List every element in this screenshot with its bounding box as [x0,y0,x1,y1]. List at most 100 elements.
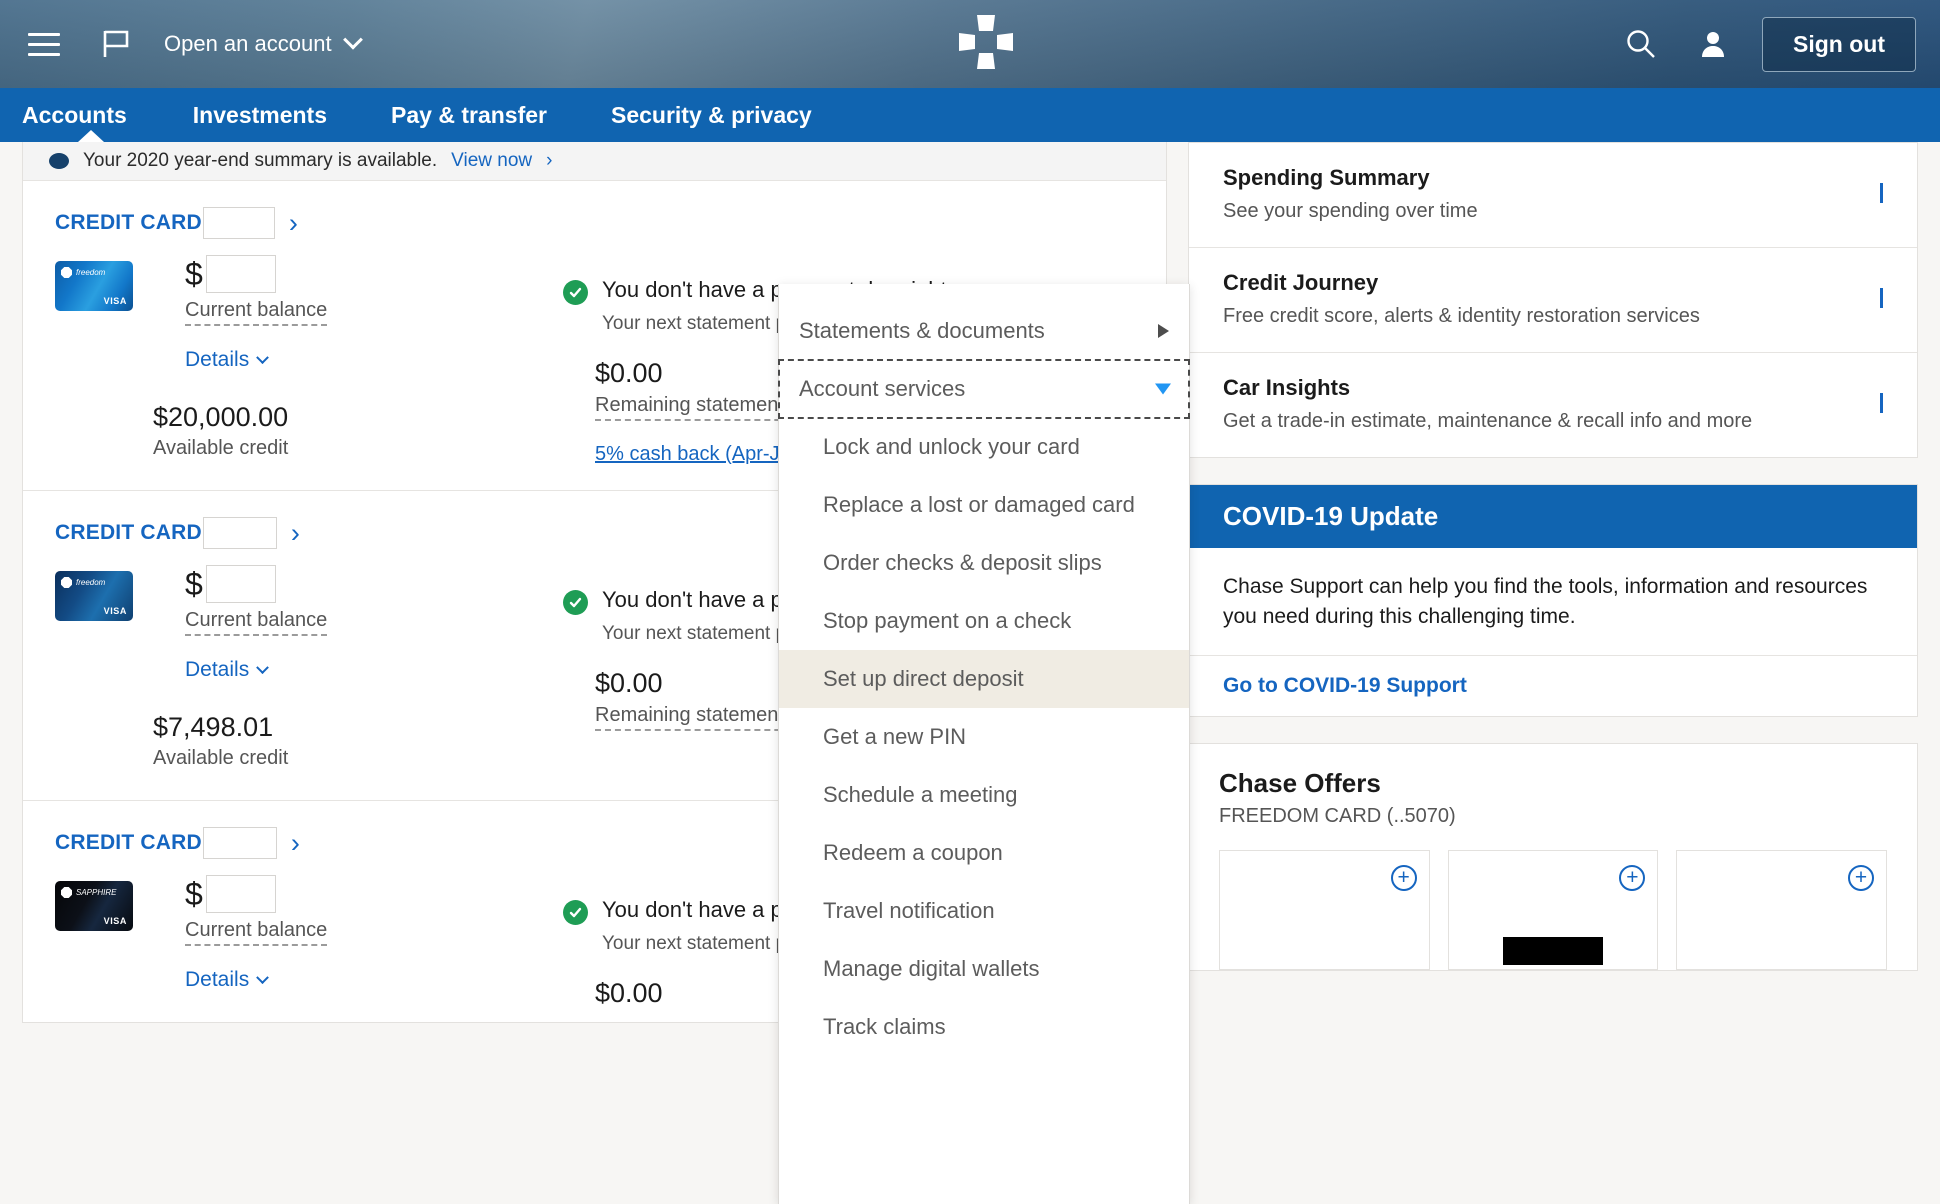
plus-circle-icon[interactable]: + [1391,865,1417,891]
chase-octagon-logo [955,11,1017,73]
sidebar-item-credit-journey[interactable]: Credit Journey Free credit score, alerts… [1189,247,1917,352]
dropdown-item-label: Travel notification [823,898,995,923]
covid-card-title: COVID-19 Update [1189,485,1917,548]
currency-symbol: $ [185,256,203,293]
offers-title: Chase Offers [1219,768,1887,799]
balance-column: $ Current balance Details [185,565,327,682]
visa-logo: VISA [104,606,127,616]
dropdown-item-redeem-coupon[interactable]: Redeem a coupon [779,824,1189,882]
card-art-image: SAPPHIRE VISA [55,881,133,931]
nav-label: Accounts [22,102,127,129]
triangle-right-icon [1158,324,1169,338]
offer-tile[interactable]: + [1219,850,1430,970]
dropdown-item-label: Get a new PIN [823,724,966,749]
plus-circle-icon[interactable]: + [1619,865,1645,891]
person-icon[interactable] [1690,21,1736,67]
dropdown-item-stop-payment[interactable]: Stop payment on a check [779,592,1189,650]
account-header[interactable]: CREDIT CARD › [23,207,1166,239]
dropdown-item-order-checks[interactable]: Order checks & deposit slips [779,534,1189,592]
nav-label: Pay & transfer [391,102,547,129]
chevron-down-icon [256,971,269,984]
current-balance-masked [206,255,276,293]
account-type-label: CREDIT CARD [55,831,202,855]
nav-label: Security & privacy [611,102,812,129]
nav-item-pay-transfer[interactable]: Pay & transfer [359,88,579,142]
dropdown-item-lock-unlock-card[interactable]: Lock and unlock your card [779,418,1189,476]
search-icon[interactable] [1618,21,1664,67]
dropdown-item-label: Schedule a meeting [823,782,1017,807]
account-type-label: CREDIT CARD [55,521,202,545]
visa-logo: VISA [104,296,127,306]
card-art-image: freedom VISA [55,571,133,621]
sidebar-panel: Spending Summary See your spending over … [1188,142,1918,971]
banner-text: Your 2020 year-end summary is available. [83,150,437,172]
widget-title: Car Insights [1223,375,1752,401]
check-circle-icon [563,900,588,925]
widget-title: Credit Journey [1223,270,1700,296]
nav-item-accounts[interactable]: Accounts [22,88,161,142]
dropdown-item-statements-documents[interactable]: Statements & documents [779,302,1189,360]
balance-column: $ Current balance Details [185,875,327,992]
current-balance-masked [206,875,276,913]
sidebar-item-spending-summary[interactable]: Spending Summary See your spending over … [1189,143,1917,247]
check-circle-icon [563,590,588,615]
top-header: Open an account Sign out [0,0,1940,88]
sidebar-item-car-insights[interactable]: Car Insights Get a trade-in estimate, ma… [1189,352,1917,457]
sign-out-button[interactable]: Sign out [1762,17,1916,72]
offer-tile[interactable]: + [1676,850,1887,970]
chevron-right-icon[interactable]: › [289,208,298,239]
card-brand-logo: SAPPHIRE [61,887,116,898]
account-details-toggle[interactable]: Details [185,968,327,992]
primary-nav: Accounts Investments Pay & transfer Secu… [0,88,1940,142]
dropdown-item-label: Statements & documents [799,318,1045,343]
chevron-right-icon [1880,291,1883,309]
balance-row: $ [185,565,327,603]
dropdown-item-schedule-meeting[interactable]: Schedule a meeting [779,766,1189,824]
chevron-right-icon [1880,186,1883,204]
account-details-toggle[interactable]: Details [185,348,327,372]
dropdown-item-set-up-direct-deposit[interactable]: Set up direct deposit [779,650,1189,708]
nav-label: Investments [193,102,327,129]
current-balance-label: Current balance [185,299,327,326]
dropdown-item-track-claims[interactable]: Track claims [779,998,1189,1056]
hamburger-icon[interactable] [22,22,66,66]
dropdown-item-label: Track claims [823,1014,946,1039]
dropdown-item-account-services[interactable]: Account services [779,360,1189,418]
open-an-account-label: Open an account [164,31,332,57]
chase-offers-card: Chase Offers FREEDOM CARD (..5070) + + + [1188,743,1918,971]
card-art-image: freedom VISA [55,261,133,311]
account-name-masked [203,827,277,859]
check-circle-icon [563,280,588,305]
open-an-account-menu[interactable]: Open an account [164,31,360,57]
cash-back-link[interactable]: 5% cash back (Apr-Jun) [595,443,808,466]
dropdown-item-manage-digital-wallets[interactable]: Manage digital wallets [779,940,1189,998]
chevron-right-icon[interactable]: › [291,518,300,549]
banner-view-now-link[interactable]: View now [451,150,532,172]
account-details-toggle[interactable]: Details [185,658,327,682]
offer-tile[interactable]: + [1448,850,1659,970]
dropdown-item-label: Replace a lost or damaged card [823,492,1135,517]
account-type-label: CREDIT CARD [55,211,202,235]
chevron-right-icon[interactable]: › [291,828,300,859]
dropdown-item-replace-card[interactable]: Replace a lost or damaged card [779,476,1189,534]
page-body: Your 2020 year-end summary is available.… [0,142,1940,1062]
dropdown-item-label: Stop payment on a check [823,608,1071,633]
dropdown-item-get-new-pin[interactable]: Get a new PIN [779,708,1189,766]
details-label: Details [185,658,249,682]
plus-circle-icon[interactable]: + [1848,865,1874,891]
balance-row: $ [185,875,327,913]
nav-item-security-privacy[interactable]: Security & privacy [579,88,844,142]
nav-item-investments[interactable]: Investments [161,88,359,142]
header-left-group: Open an account [0,22,360,66]
dropdown-item-label: Manage digital wallets [823,956,1039,981]
info-dot-icon [49,153,69,169]
dropdown-item-label: Order checks & deposit slips [823,550,1102,575]
widget-title: Spending Summary [1223,165,1478,191]
covid-support-link[interactable]: Go to COVID-19 Support [1223,674,1467,697]
dropdown-item-travel-notification[interactable]: Travel notification [779,882,1189,940]
card-brand-logo: freedom [61,267,105,278]
flag-icon[interactable] [94,22,138,66]
triangle-down-icon [1155,384,1171,395]
chevron-right-icon: › [546,150,552,172]
offer-tiles: + + + [1219,850,1887,970]
